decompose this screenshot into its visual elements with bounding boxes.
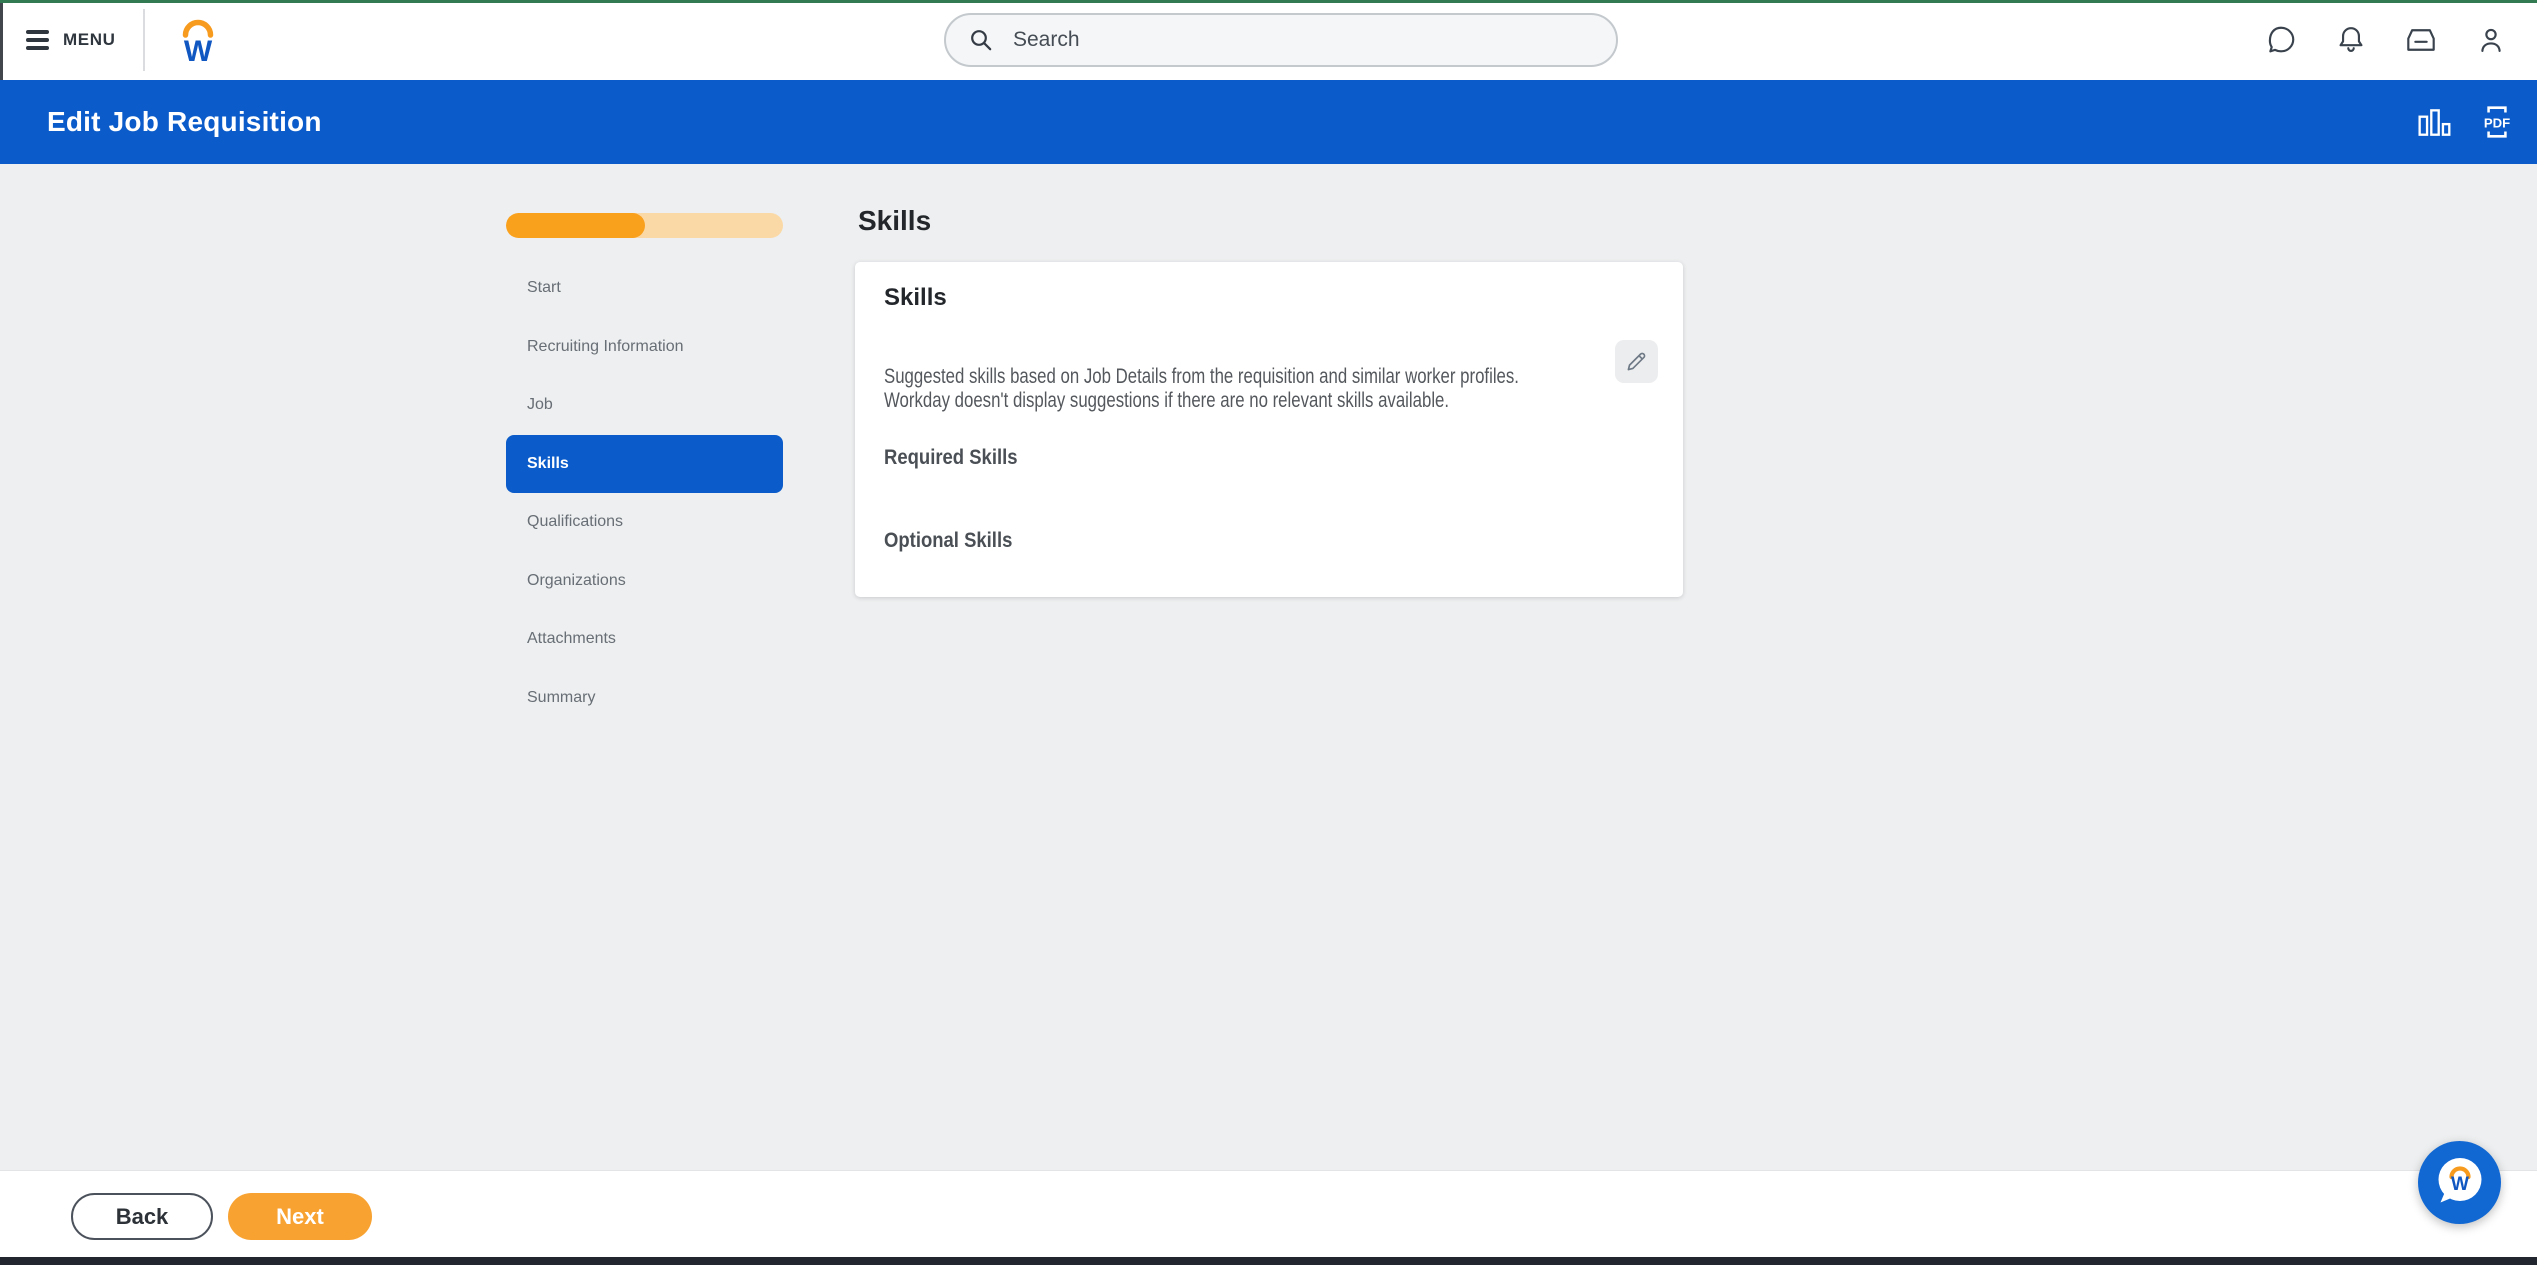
chat-button[interactable] [2246,0,2316,80]
footer-bar: Back Next [0,1170,2537,1258]
bottom-edge-strip [0,1257,2537,1265]
sidebar-step-qualifications[interactable]: Qualifications [506,493,783,552]
skills-card: Skills Suggested skills based on Job Det… [855,262,1683,597]
pdf-label: PDF [2484,115,2510,130]
sidebar-step-skills[interactable]: Skills [506,435,783,494]
sidebar-step-job[interactable]: Job [506,376,783,435]
header-toolbar: PDF [2417,104,2517,140]
workday-logo[interactable]: W [176,16,220,69]
bell-icon [2334,23,2368,57]
inbox-button[interactable] [2386,0,2456,80]
back-button[interactable]: Back [71,1193,213,1240]
search-input[interactable] [1011,27,1616,53]
required-skills-label: Required Skills [884,446,1018,470]
profile-button[interactable] [2456,0,2526,80]
wizard-steps: StartRecruiting InformationJobSkillsQual… [506,259,783,727]
progress-fill [506,213,645,238]
page-title: Skills [858,205,931,237]
hamburger-icon [26,30,49,50]
menu-label: MENU [63,30,115,50]
sidebar-step-attachments[interactable]: Attachments [506,610,783,669]
window-left-edge [0,3,3,80]
sidebar-step-start[interactable]: Start [506,259,783,318]
topbar-divider [143,9,145,71]
progress-bar [506,213,783,238]
workday-logo-icon: W [176,16,220,66]
pdf-icon: PDF [2477,104,2517,140]
fab-logo-letter: W [2451,1174,2469,1195]
menu-button[interactable]: MENU [26,0,115,80]
top-edge-strip [0,0,2537,3]
inbox-icon [2404,23,2438,57]
profile-icon [2474,23,2508,57]
card-description-line: Workday doesn't display suggestions if t… [884,389,1519,413]
edit-skills-button[interactable] [1615,340,1658,383]
workday-app: MENU W [0,0,2537,1265]
search-box[interactable] [944,13,1618,67]
workday-chat-bubble-icon: W [2429,1152,2491,1214]
logo-letter: W [184,35,213,66]
sidebar-step-organizations[interactable]: Organizations [506,552,783,611]
chat-icon [2264,23,2298,57]
card-title: Skills [884,284,947,312]
bar-chart-button[interactable] [2417,107,2453,137]
notifications-button[interactable] [2316,0,2386,80]
sidebar-step-summary[interactable]: Summary [506,669,783,728]
optional-skills-label: Optional Skills [884,529,1012,553]
pencil-icon [1623,348,1650,375]
page-header-bar: Edit Job Requisition PDF [0,80,2537,164]
card-description-line: Suggested skills based on Job Details fr… [884,365,1519,389]
page-header-title: Edit Job Requisition [47,106,322,138]
top-bar: MENU W [0,0,2537,80]
card-description: Suggested skills based on Job Details fr… [884,365,1519,413]
next-button[interactable]: Next [228,1193,372,1240]
sidebar-step-recruiting-information[interactable]: Recruiting Information [506,318,783,377]
topbar-icons [2246,0,2526,80]
workday-assistant-button[interactable]: W [2418,1141,2501,1224]
pdf-export-button[interactable]: PDF [2477,104,2517,140]
search-icon [966,25,996,55]
bar-chart-icon [2417,107,2453,137]
